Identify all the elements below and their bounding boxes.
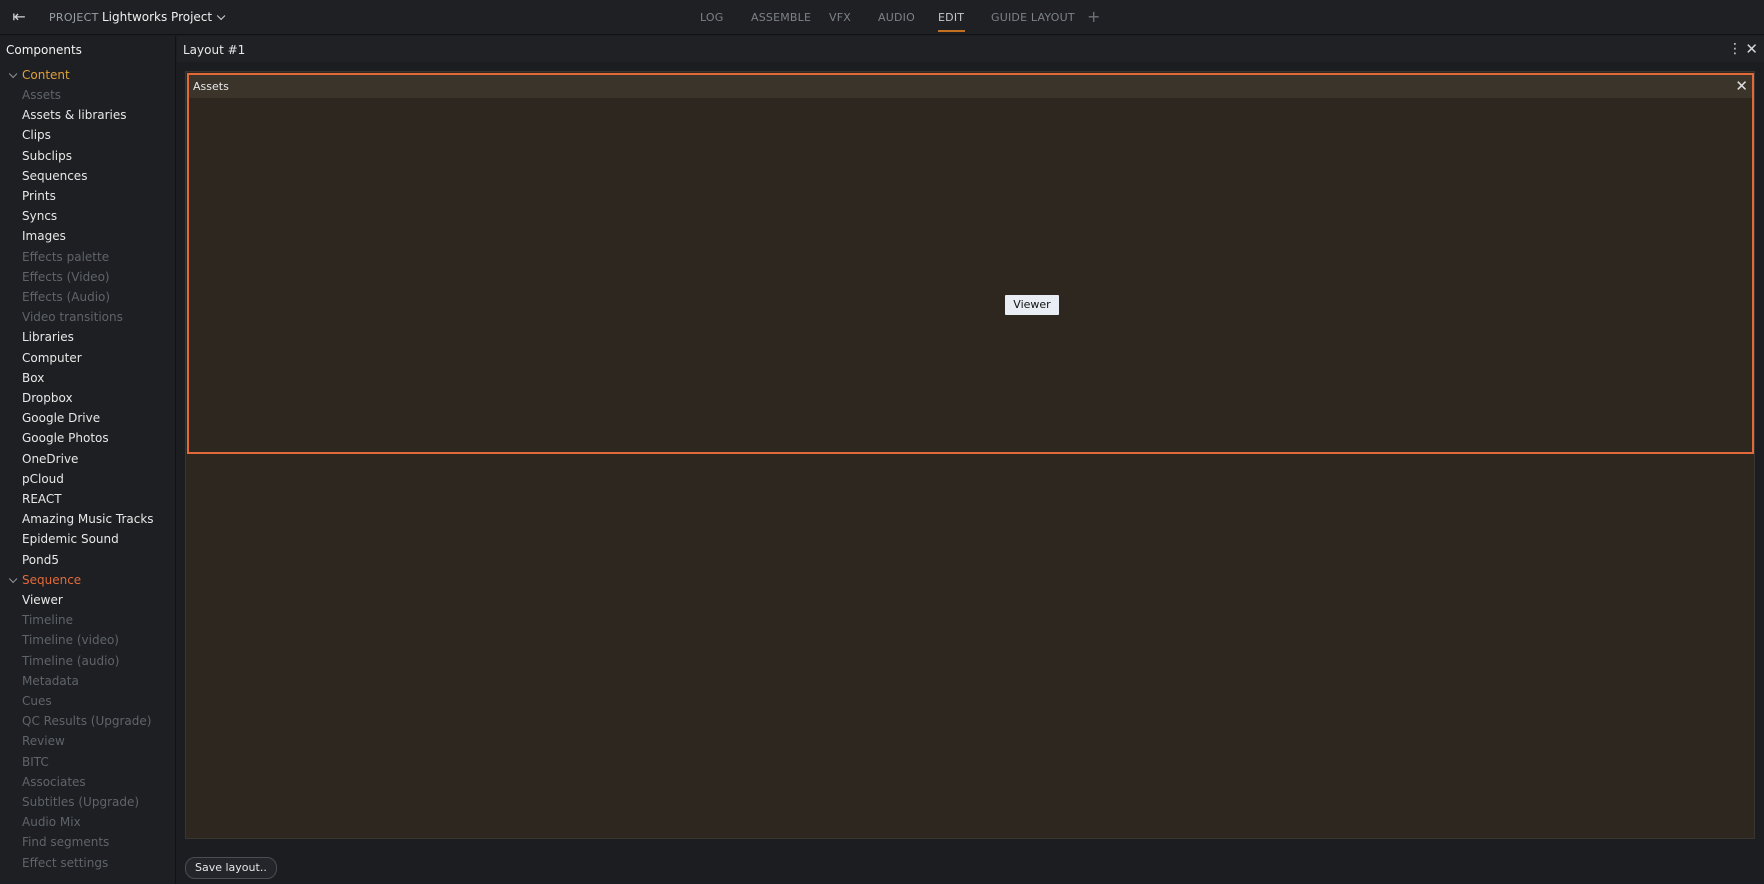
tab-guide-layout[interactable]: GUIDE LAYOUT [991, 11, 1075, 24]
component-item: Timeline [22, 613, 74, 628]
component-item: Effects (Audio) [22, 290, 111, 304]
component-item: Associates [22, 774, 86, 789]
group-label: Content [22, 68, 70, 82]
component-item: Cues [22, 694, 52, 708]
component-item[interactable]: Google Photos [22, 431, 109, 445]
component-item: Effects (Video) [22, 269, 110, 284]
drag-component-viewer[interactable]: Viewer [1005, 295, 1059, 315]
component-item[interactable]: Amazing Music Tracks [22, 512, 154, 526]
sidebar-title: Components [6, 43, 82, 57]
exit-project-icon[interactable]: ⇤ [8, 8, 30, 26]
close-icon[interactable]: ✕ [1735, 77, 1748, 95]
tab-vfx[interactable]: VFX [829, 11, 851, 24]
component-item: Effect settings [22, 855, 109, 870]
layout-header: Layout #1 ⋮ ✕ [177, 36, 1764, 62]
component-item[interactable]: Computer [22, 351, 82, 365]
panel-header: Assets ✕ [189, 75, 1752, 98]
component-item: Audio Mix [22, 815, 81, 830]
component-item[interactable]: Google Drive [22, 411, 100, 425]
group-header-content[interactable]: Content [8, 68, 70, 82]
component-item[interactable]: REACT [22, 492, 62, 506]
component-item[interactable]: Dropbox [22, 391, 73, 405]
close-icon[interactable]: ✕ [1745, 40, 1758, 58]
component-item[interactable]: Epidemic Sound [22, 532, 119, 546]
component-item: Timeline (video) [22, 633, 119, 648]
group-label: Sequence [22, 573, 82, 587]
panel-title: Assets [193, 80, 229, 93]
chevron-down-icon [216, 11, 226, 21]
project-selector[interactable]: Lightworks Project [102, 10, 226, 24]
component-item: Subtitles (Upgrade) [22, 795, 140, 809]
component-item[interactable]: Sequences [22, 169, 87, 183]
component-item[interactable]: Assets & libraries [22, 108, 127, 122]
component-item[interactable]: Box [22, 371, 44, 385]
tab-assemble[interactable]: ASSEMBLE [751, 11, 811, 24]
component-item[interactable]: OneDrive [22, 452, 78, 466]
component-item: BITC [22, 754, 49, 769]
component-item[interactable]: Syncs [22, 209, 57, 223]
tab-edit[interactable]: EDIT [938, 11, 964, 24]
component-item: Video transitions [22, 310, 123, 325]
component-item: Find segments [22, 835, 110, 850]
chevron-down-icon [8, 69, 18, 79]
component-item: Review [22, 734, 65, 749]
more-options-icon[interactable]: ⋮ [1728, 41, 1742, 57]
component-item[interactable]: Pond5 [22, 553, 59, 567]
component-item: Effects palette [22, 249, 110, 264]
component-item[interactable]: Viewer [22, 593, 63, 607]
project-label: PROJECT [49, 11, 99, 24]
component-item[interactable]: Libraries [22, 330, 74, 344]
component-item[interactable]: Images [22, 229, 66, 243]
component-item[interactable]: pCloud [22, 472, 64, 486]
assets-panel[interactable]: Assets ✕ Viewer [187, 73, 1754, 454]
component-item: Assets [22, 88, 62, 102]
component-item: Metadata [22, 673, 79, 688]
tab-log[interactable]: LOG [700, 11, 724, 24]
group-header-sequence[interactable]: Sequence [8, 573, 81, 587]
component-item[interactable]: Subclips [22, 149, 72, 163]
chevron-down-icon [8, 574, 18, 584]
save-layout-button[interactable]: Save layout.. [185, 857, 277, 879]
component-item[interactable]: Prints [22, 189, 56, 203]
project-name: Lightworks Project [102, 10, 213, 24]
layout-title: Layout #1 [183, 43, 246, 57]
components-sidebar: Components Content Assets Assets & librar… [0, 36, 176, 884]
component-item: Timeline (audio) [22, 653, 120, 668]
tab-audio[interactable]: AUDIO [878, 11, 915, 24]
component-item: QC Results (Upgrade) [22, 714, 152, 729]
component-item[interactable]: Clips [22, 128, 51, 142]
